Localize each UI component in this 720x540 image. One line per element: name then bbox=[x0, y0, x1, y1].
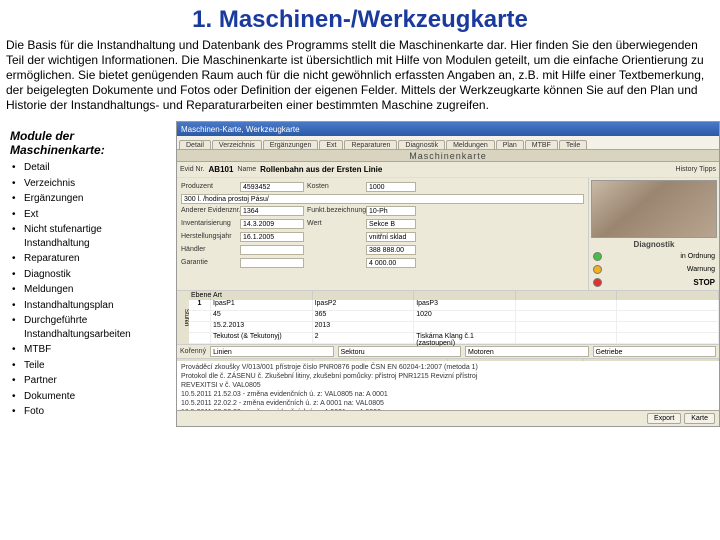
tab[interactable]: Teile bbox=[559, 140, 587, 149]
module-item: Verzeichnis bbox=[10, 177, 170, 191]
filter-2[interactable]: Sektoru bbox=[338, 346, 461, 357]
module-item: MTBF bbox=[10, 343, 170, 357]
status-dot-red bbox=[593, 278, 602, 287]
tab[interactable]: Meldungen bbox=[446, 140, 495, 149]
module-item: Diagnostik bbox=[10, 268, 170, 282]
screenshot-panel: Maschinen-Karte, Werkzeugkarte DetailVer… bbox=[176, 121, 720, 427]
history-label[interactable]: History Tipps bbox=[676, 166, 716, 173]
tab[interactable]: Plan bbox=[496, 140, 524, 149]
evid-label: Evid Nr. bbox=[180, 166, 205, 173]
module-item: Partner bbox=[10, 374, 170, 388]
karte-button[interactable]: Karte bbox=[684, 413, 715, 424]
tab[interactable]: Ergänzungen bbox=[263, 140, 319, 149]
intro-text: Die Basis für die Instandhaltung und Dat… bbox=[0, 36, 720, 121]
tab[interactable]: Reparaturen bbox=[344, 140, 397, 149]
modules-list: Detail VerzeichnisErgänzungen ExtNicht stu… bbox=[10, 161, 170, 419]
module-item: Ext bbox=[10, 208, 170, 222]
right-panel: Diagnostik in Ordnung Warnung STOP bbox=[589, 178, 719, 290]
module-item: Instandhaltungsplan bbox=[10, 299, 170, 313]
module-item: Meldungen bbox=[10, 283, 170, 297]
status-warn: Warnung bbox=[687, 266, 715, 273]
tab[interactable]: Diagnostik bbox=[398, 140, 445, 149]
tree-rows: 1IpasP1IpasP2IpasP345365102015.2.2013201… bbox=[189, 300, 719, 344]
filter-1[interactable]: Linien bbox=[210, 346, 333, 357]
status-ok: in Ordnung bbox=[680, 253, 715, 260]
modules-heading: Module der Maschinenkarte: bbox=[10, 129, 170, 157]
name-label: Name bbox=[237, 166, 256, 173]
tab[interactable]: Ext bbox=[319, 140, 343, 149]
export-button[interactable]: Export bbox=[647, 413, 681, 424]
module-item: Foto bbox=[10, 405, 170, 419]
tab-strip: DetailVerzeichnisErgänzungenExtReparatur… bbox=[177, 136, 719, 150]
filter-label: Kořenný bbox=[180, 348, 206, 355]
log-area: Prováděcí zkoušky V/013/001 přístroje čí… bbox=[177, 358, 719, 417]
status-stop: STOP bbox=[693, 278, 715, 287]
module-item: Detail bbox=[10, 161, 170, 175]
tab[interactable]: Detail bbox=[179, 140, 211, 149]
tree-side-label: Stufen bbox=[177, 291, 189, 344]
status-dot-orange bbox=[593, 265, 602, 274]
module-item: Durchgeführte Instandhaltungsarbeiten bbox=[10, 314, 170, 341]
tab[interactable]: MTBF bbox=[525, 140, 558, 149]
module-item: Nicht stufenartige Instandhaltung bbox=[10, 223, 170, 250]
card-banner: Maschinenkarte bbox=[177, 150, 719, 162]
module-item: Reparaturen bbox=[10, 252, 170, 266]
page-title: 1. Maschinen-/Werkzeugkarte bbox=[0, 0, 720, 36]
module-item: Dokumente bbox=[10, 390, 170, 404]
filter-4[interactable]: Getriebe bbox=[593, 346, 716, 357]
tree-header: EbeneArt bbox=[189, 291, 719, 300]
evid-value: AB101 bbox=[209, 165, 234, 174]
status-dot-green bbox=[593, 252, 602, 261]
name-value: Rollenbahn aus der Ersten Linie bbox=[260, 165, 671, 174]
module-item: Ergänzungen bbox=[10, 192, 170, 206]
log-header bbox=[177, 359, 719, 361]
window-titlebar: Maschinen-Karte, Werkzeugkarte bbox=[177, 122, 719, 136]
filter-3[interactable]: Motoren bbox=[465, 346, 588, 357]
form-grid: Produzent4593452Kosten1000300 l. /hodina… bbox=[177, 178, 589, 290]
filter-row: Kořenný Linien Sektoru Motoren Getriebe bbox=[177, 344, 719, 358]
tab[interactable]: Verzeichnis bbox=[212, 140, 262, 149]
machine-photo bbox=[591, 180, 717, 238]
log-text: Prováděcí zkoušky V/013/001 přístroje čí… bbox=[177, 361, 719, 417]
module-item: Teile bbox=[10, 359, 170, 373]
diagnostik-title: Diagnostik bbox=[591, 240, 717, 249]
